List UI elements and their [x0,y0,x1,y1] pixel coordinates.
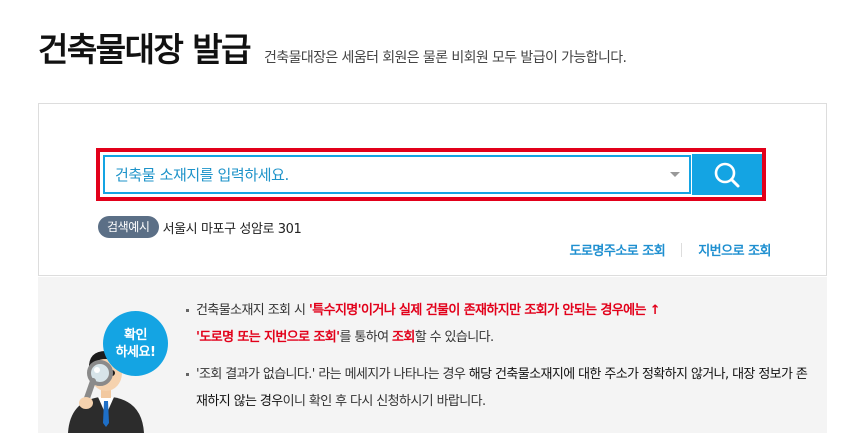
notice-item-special-address: 건축물소재지 조회 시 '특수지명'이거나 실제 건물이 존재하지만 조회가 안… [184,297,814,351]
confirm-bubble: 확인 하세요! [103,311,168,376]
notice-highlight: '도로명 또는 지번으로 조회' [196,330,340,345]
page-title: 건축물대장 발급 [38,30,252,69]
bubble-line-2: 하세요! [115,344,156,360]
lot-number-lookup-link[interactable]: 지번으로 조회 [698,240,771,259]
notice-item-no-result: '조회 결과가 없습니다.' 라는 메세지가 나타나는 경우 해당 건축물소재지… [184,361,814,415]
search-bar [96,148,766,201]
notice-list: 건축물소재지 조회 시 '특수지명'이거나 실제 건물이 존재하지만 조회가 안… [184,297,814,415]
search-example: 검색예시 서울시 마포구 성암로 301 [98,216,302,238]
notice-panel: 확인 하세요! 건축물소재지 조회 시 '특수지명'이거나 실제 건물이 존재하… [38,277,827,433]
road-address-lookup-link[interactable]: 도로명주소로 조회 [569,240,665,259]
search-field [103,155,691,194]
search-input[interactable] [105,157,661,192]
notice-highlight: '특수지명'이거나 실제 건물이 존재하지만 조회가 안되는 경우에는 ↑ [308,303,661,318]
link-divider [681,242,683,257]
notice-text: 를 통하여 [339,330,393,345]
example-text: 서울시 마포구 성암로 301 [162,221,302,237]
page-description: 건축물대장은 세움터 회원은 물론 비회원 모두 발급이 가능합니다. [264,50,627,66]
search-button[interactable] [692,154,762,195]
page-header: 건축물대장 발급 건축물대장은 세움터 회원은 물론 비회원 모두 발급이 가능… [38,28,627,72]
bubble-line-1: 확인 [124,327,147,343]
notice-highlight: 조회 [392,330,415,345]
search-icon [714,162,740,187]
notice-text: '조회 결과가 없습니다.' 라는 메세지가 나타나는 경우 [196,367,469,382]
dropdown-arrow-icon[interactable] [661,157,689,192]
notice-text: 이니 확인 후 다시 신청하시기 바랍니다. [282,394,487,409]
example-badge: 검색예시 [98,216,159,238]
lookup-links: 도로명주소로 조회 지번으로 조회 [569,240,771,259]
notice-text: 할 수 있습니다. [414,330,494,345]
notice-text: 건축물소재지 조회 시 [196,303,309,318]
